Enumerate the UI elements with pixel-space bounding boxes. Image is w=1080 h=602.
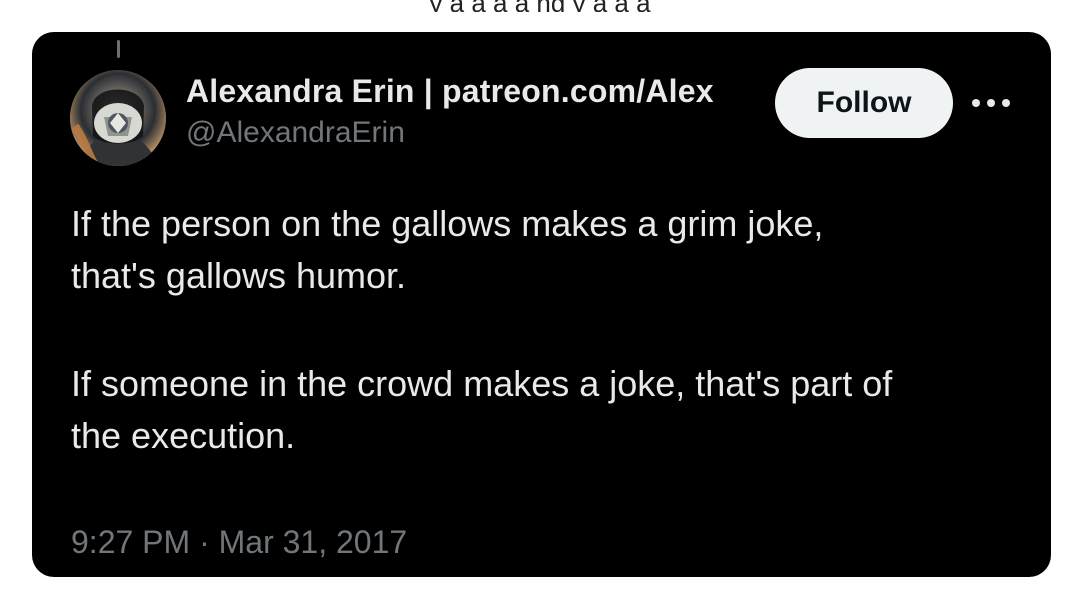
profile-avatar-image [70,70,166,166]
tweet-text-line: If the person on the gallows makes a gri… [71,203,824,244]
tweet-text-line: the execution. [71,415,296,456]
tweet-text-line: If someone in the crowd makes a joke, th… [71,363,893,404]
more-options-button[interactable] [967,85,1015,121]
author-block: Alexandra Erin | patreon.com/Alex @Alexa… [186,72,756,151]
follow-button[interactable]: Follow [775,68,953,138]
thread-line [117,40,120,58]
tweet-card: Alexandra Erin | patreon.com/Alex @Alexa… [32,32,1051,577]
author-handle[interactable]: @AlexandraErin [186,115,756,151]
tweet-screenshot-page: y a a a a ng y a a a [0,0,1080,602]
tweet-paragraph-2: If someone in the crowd makes a joke, th… [71,358,1031,462]
tweet-timestamp[interactable]: 9:27 PM · Mar 31, 2017 [71,522,407,562]
author-display-name[interactable]: Alexandra Erin | patreon.com/Alex [186,72,756,110]
cropped-top-text: y a a a a ng y a a a [0,0,1080,12]
more-options-icon [972,99,1010,107]
tweet-text: If the person on the gallows makes a gri… [71,198,1031,462]
tweet-paragraph-1: If the person on the gallows makes a gri… [71,198,1031,302]
tweet-text-line: that's gallows humor. [71,255,407,296]
profile-avatar-icon[interactable] [70,70,166,166]
